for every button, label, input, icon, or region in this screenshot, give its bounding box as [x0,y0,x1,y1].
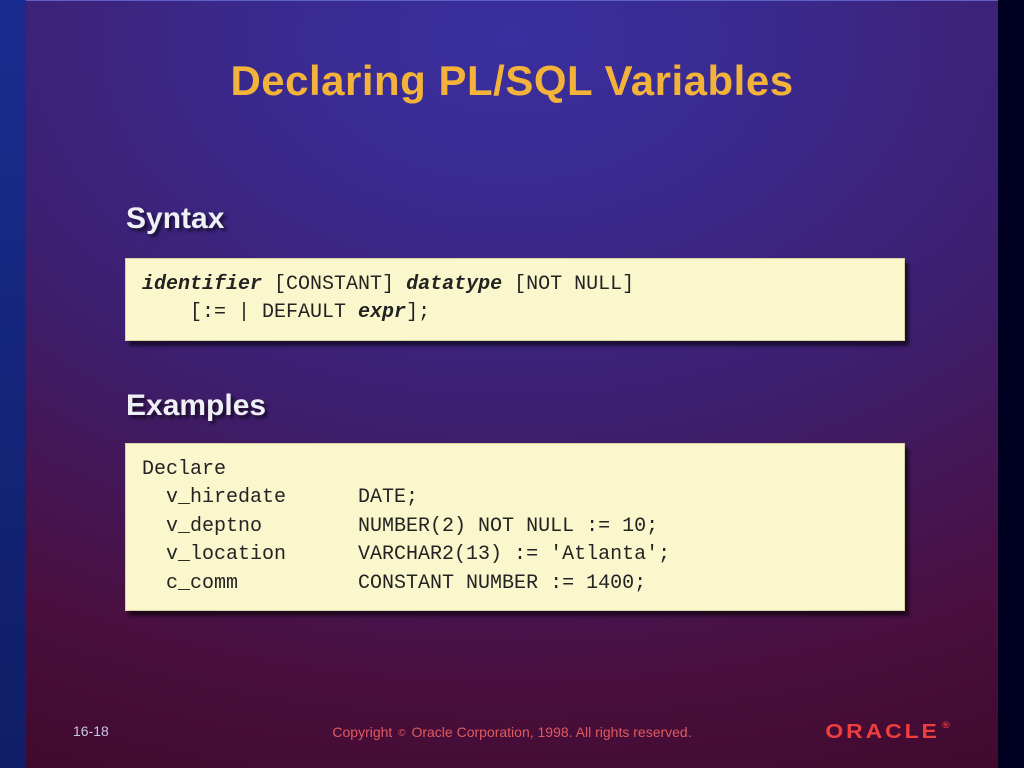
code-text: ]; [406,301,430,324]
copyright-prefix: Copyright [332,724,396,740]
code-italic: expr [358,301,406,324]
code-line: [:= | DEFAULT expr]; [142,299,888,327]
slide-stage: Declaring PL/SQL Variables Syntax identi… [26,0,998,768]
section-heading-syntax: Syntax [126,202,224,236]
code-line: v_hiredate DATE; [142,484,888,512]
code-text: [:= | DEFAULT [142,301,358,324]
copyright-symbol-icon: © [398,728,405,739]
registered-mark-icon: ® [942,720,953,730]
copyright-suffix: Oracle Corporation, 1998. All rights res… [408,724,692,740]
code-text: [NOT NULL] [502,273,634,296]
oracle-logo-text: ORACLE [826,721,940,743]
oracle-logo: ORACLE® [826,720,953,744]
code-line: identifier [CONSTANT] datatype [NOT NULL… [142,271,888,299]
code-italic: datatype [406,273,502,296]
slide-title: Declaring PL/SQL Variables [26,57,998,105]
code-line: v_location VARCHAR2(13) := 'Atlanta'; [142,541,888,569]
code-line: Declare [142,456,888,484]
code-line: v_deptno NUMBER(2) NOT NULL := 10; [142,513,888,541]
slide-right-border [998,0,1024,768]
examples-code-box: Declare v_hiredate DATE; v_deptno NUMBER… [125,443,905,611]
section-heading-examples: Examples [126,389,266,423]
syntax-code-box: identifier [CONSTANT] datatype [NOT NULL… [125,258,905,341]
code-italic: identifier [142,273,262,296]
slide-left-border [0,0,26,768]
code-text: [CONSTANT] [262,273,406,296]
code-line: c_comm CONSTANT NUMBER := 1400; [142,570,888,598]
